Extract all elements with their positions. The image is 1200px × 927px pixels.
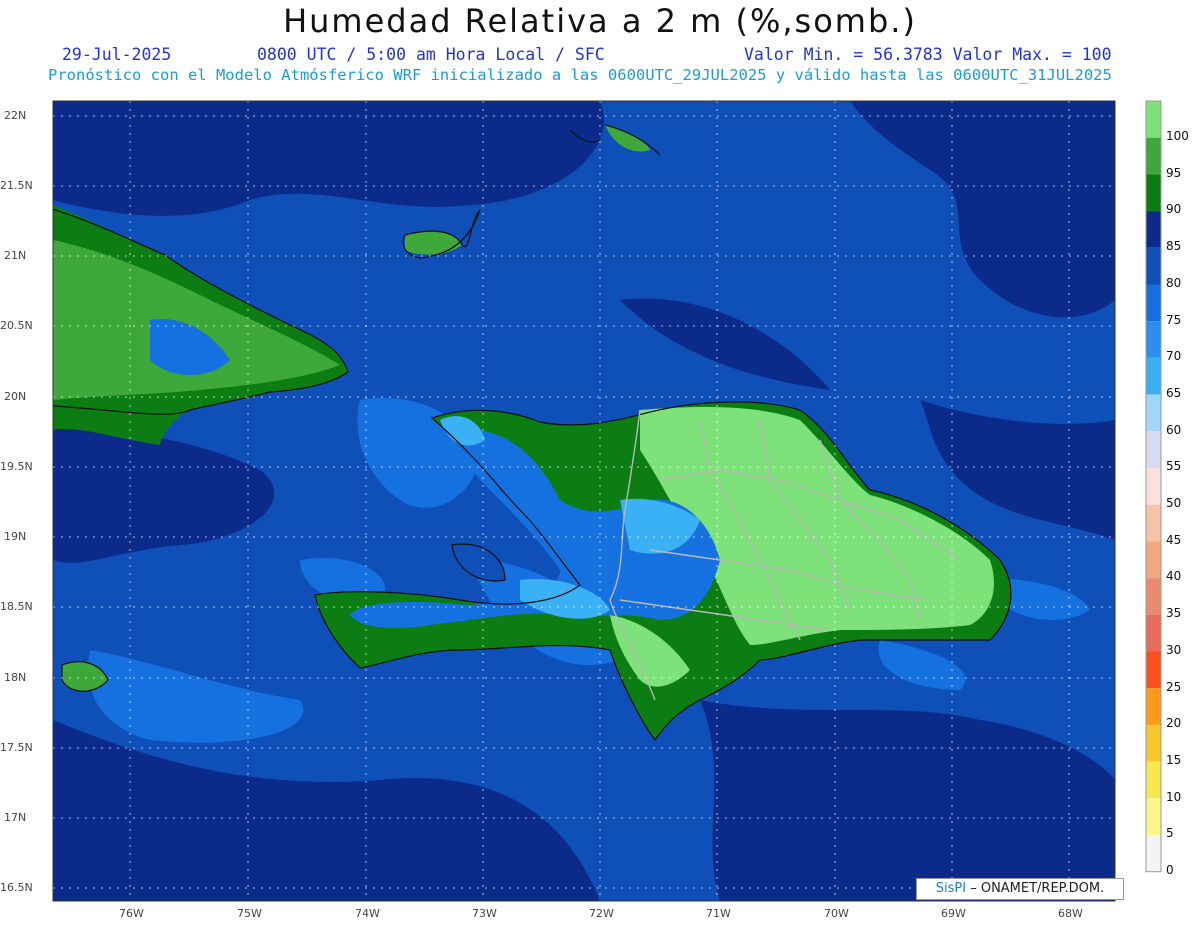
colorbar-label: 95: [1166, 165, 1182, 180]
colorbar-label: 70: [1166, 349, 1182, 364]
colorbar-swatch: [1146, 321, 1161, 358]
colorbar-label: 5: [1166, 826, 1174, 841]
colorbar-swatch: [1146, 578, 1161, 615]
colorbar-label: 40: [1166, 569, 1182, 584]
lon-label: 74W: [355, 907, 380, 920]
colorbar-swatch: [1146, 724, 1161, 762]
colorbar-label: 45: [1166, 532, 1182, 547]
colorbar-label: 10: [1166, 789, 1182, 804]
colorbar-label: 100: [1166, 129, 1189, 143]
lon-label: 73W: [472, 907, 497, 920]
colorbar-swatch: [1146, 504, 1161, 542]
colorbar-label: 35: [1166, 606, 1182, 621]
lat-label: 18N: [4, 671, 27, 684]
colorbar-swatch: [1146, 688, 1161, 725]
lat-label: 17.5N: [0, 741, 33, 754]
colorbar-swatch: [1146, 431, 1161, 468]
lat-label: 20.5N: [0, 319, 33, 332]
lat-label: 22N: [4, 109, 27, 122]
lon-label: 69W: [941, 907, 966, 920]
colorbar-swatch: [1146, 394, 1161, 432]
lon-label: 68W: [1058, 907, 1083, 920]
colorbar-label: 50: [1166, 496, 1182, 510]
colorbar-swatch: [1146, 468, 1161, 505]
lat-label: 20N: [4, 390, 27, 403]
lat-label: 19.5N: [0, 460, 33, 473]
colorbar-label: 75: [1166, 312, 1182, 327]
lon-label: 70W: [824, 907, 849, 920]
colorbar-swatch: [1146, 541, 1161, 579]
colorbar-swatch: [1146, 761, 1161, 799]
lon-label: 76W: [119, 907, 144, 920]
humidity-map: [52, 100, 1162, 902]
colorbar-swatch: [1146, 174, 1161, 212]
colorbar: [1145, 100, 1162, 873]
colorbar-label: 20: [1166, 716, 1182, 731]
colorbar-label: 65: [1166, 385, 1182, 400]
lat-label: 17N: [4, 811, 27, 824]
lat-label: 16.5N: [0, 881, 33, 894]
colorbar-swatch: [1146, 284, 1161, 322]
colorbar-label: 0: [1166, 863, 1174, 877]
colorbar-label: 80: [1166, 275, 1182, 290]
colorbar-swatch: [1146, 798, 1161, 835]
colorbar-swatch: [1146, 211, 1161, 248]
colorbar-swatch: [1146, 835, 1161, 872]
colorbar-label: 90: [1166, 202, 1182, 217]
colorbar-label: 25: [1166, 679, 1182, 694]
lon-label: 72W: [589, 907, 614, 920]
colorbar-swatch: [1146, 101, 1161, 138]
credit-org: – ONAMET/REP.DOM.: [970, 881, 1105, 896]
colorbar-label: 15: [1166, 752, 1182, 767]
colorbar-swatch: [1146, 247, 1161, 285]
lat-label: 21.5N: [0, 179, 33, 192]
lat-label: 21N: [4, 249, 27, 262]
colorbar-swatch: [1146, 651, 1161, 689]
colorbar-label: 30: [1166, 642, 1182, 657]
colorbar-label: 55: [1166, 459, 1182, 474]
colorbar-swatch: [1146, 137, 1161, 175]
colorbar-swatch: [1146, 614, 1161, 652]
lat-label: 18.5N: [0, 600, 33, 613]
lon-label: 75W: [237, 907, 262, 920]
sispi-logo: SisPI: [935, 881, 967, 896]
credit-box: SisPI – ONAMET/REP.DOM.: [916, 878, 1124, 900]
lat-label: 19N: [4, 530, 27, 543]
colorbar-swatch: [1146, 357, 1161, 395]
lon-label: 71W: [706, 907, 731, 920]
colorbar-label: 85: [1166, 239, 1182, 254]
colorbar-label: 60: [1166, 422, 1182, 437]
